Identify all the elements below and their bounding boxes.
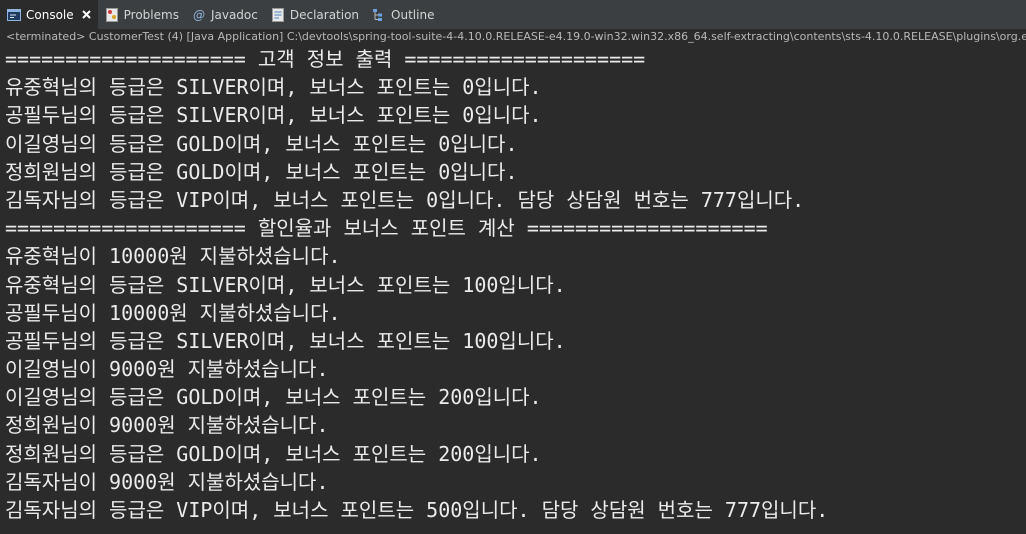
console-line: 유중혁님이 10000원 지불하셨습니다. xyxy=(5,244,341,269)
console-line: 정희원님이 9000원 지불하셨습니다. xyxy=(5,413,329,438)
console-line: ==================== 고객 정보 출력 ==========… xyxy=(5,47,646,71)
javadoc-icon: @ xyxy=(191,7,207,23)
launch-status-text: <terminated> CustomerTest (4) [Java Appl… xyxy=(0,29,1026,45)
console-line: 정희원님의 등급은 GOLD이며, 보너스 포인트는 0입니다. xyxy=(5,159,518,184)
console-line: 김독자님이 9000원 지불하셨습니다. xyxy=(5,469,329,494)
console-line: 공필두님의 등급은 SILVER이며, 보너스 포인트는 100입니다. xyxy=(5,328,566,353)
console-line: 공필두님이 10000원 지불하셨습니다. xyxy=(5,300,341,325)
console-line: 이길영님의 등급은 GOLD이며, 보너스 포인트는 200입니다. xyxy=(5,385,542,410)
tab-console[interactable]: Console xyxy=(0,0,98,29)
view-tab-bar: Console Problems @ Javadoc Declaration O… xyxy=(0,0,1026,29)
problems-icon xyxy=(104,7,120,23)
tab-label: Javadoc xyxy=(210,7,258,22)
declaration-icon xyxy=(270,7,286,23)
console-line: 유중혁님의 등급은 SILVER이며, 보너스 포인트는 100입니다. xyxy=(5,272,566,297)
console-line: 김독자님의 등급은 VIP이며, 보너스 포인트는 500입니다. 담당 상담원… xyxy=(5,498,829,522)
console-line: 김독자님의 등급은 VIP이며, 보너스 포인트는 0입니다. 담당 상담원 번… xyxy=(5,187,805,212)
svg-text:@: @ xyxy=(193,8,205,22)
tab-label: Declaration xyxy=(289,7,360,22)
console-icon xyxy=(6,7,22,23)
console-line: 이길영님이 9000원 지불하셨습니다. xyxy=(5,357,329,382)
vertical-scrollbar[interactable] xyxy=(1022,45,1026,534)
close-icon[interactable] xyxy=(80,8,94,22)
console-line: 공필두님의 등급은 SILVER이며, 보너스 포인트는 0입니다. xyxy=(5,103,542,128)
tab-label: Console xyxy=(26,7,74,22)
tab-label: Problems xyxy=(123,7,179,22)
tab-javadoc[interactable]: @ Javadoc xyxy=(185,0,264,29)
console-line: 유중혁님의 등급은 SILVER이며, 보너스 포인트는 0입니다. xyxy=(5,75,542,100)
console-view: Console Problems @ Javadoc Declaration O… xyxy=(0,0,1026,534)
console-line: 정희원님의 등급은 GOLD이며, 보너스 포인트는 200입니다. xyxy=(5,441,542,466)
console-line: 이길영님의 등급은 GOLD이며, 보너스 포인트는 0입니다. xyxy=(5,131,518,156)
outline-icon xyxy=(371,7,387,23)
tab-outline[interactable]: Outline xyxy=(365,0,440,29)
tab-problems[interactable]: Problems xyxy=(98,0,185,29)
tab-declaration[interactable]: Declaration xyxy=(264,0,365,29)
console-line: ==================== 할인율과 보너스 포인트 계산 ===… xyxy=(5,216,768,241)
tab-label: Outline xyxy=(391,7,435,22)
console-output[interactable]: ==================== 고객 정보 출력 ==========… xyxy=(0,45,1026,534)
